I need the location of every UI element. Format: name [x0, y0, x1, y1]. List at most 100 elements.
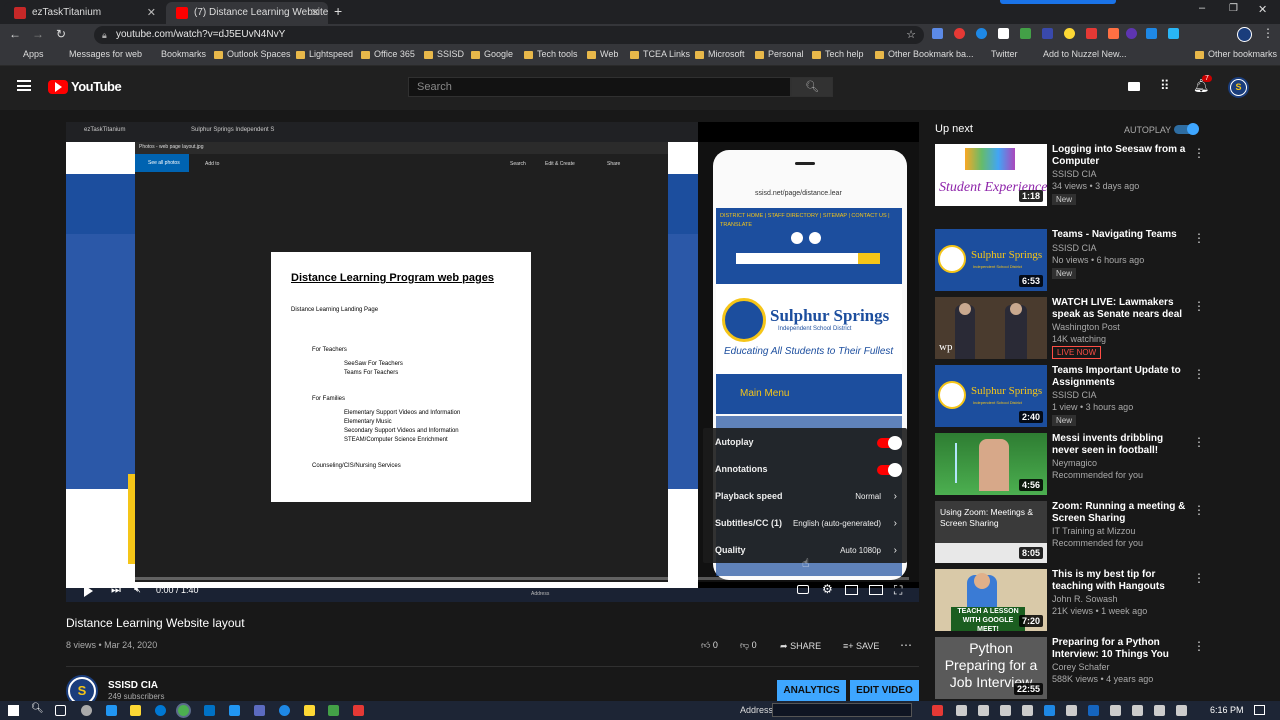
- recommended-video[interactable]: Using Zoom: Meetings & Screen Sharing 8:…: [935, 501, 1205, 567]
- search-input[interactable]: Search: [408, 77, 791, 97]
- recommended-video[interactable]: Sulphur Springs Independent School Distr…: [935, 365, 1205, 431]
- bookmark-microsoft[interactable]: Microsoft: [695, 49, 745, 59]
- play-icon[interactable]: [84, 585, 93, 597]
- hamburger-menu-icon[interactable]: [17, 80, 31, 91]
- tray-icon[interactable]: [1154, 705, 1165, 716]
- camtasia-icon[interactable]: [328, 705, 339, 716]
- file-icon[interactable]: [106, 705, 117, 716]
- file-explorer-icon[interactable]: [130, 705, 141, 716]
- reload-icon[interactable]: ↻: [56, 27, 66, 41]
- fullscreen-icon[interactable]: ⛶: [894, 583, 902, 598]
- taskbar-address-input[interactable]: [772, 703, 912, 717]
- extension-icon[interactable]: [932, 28, 943, 39]
- tray-icon[interactable]: [1000, 705, 1011, 716]
- start-windows-icon[interactable]: [8, 705, 19, 716]
- onedrive-icon[interactable]: [279, 705, 290, 716]
- bookmark-google[interactable]: Google: [471, 49, 513, 59]
- sticky-notes-icon[interactable]: [304, 705, 315, 716]
- settings-annotations[interactable]: Annotations: [703, 456, 907, 483]
- edge-icon[interactable]: [155, 705, 166, 716]
- address-bar[interactable]: 🔒︎ youtube.com/watch?v=dJ5EUvN4NvY ☆: [94, 26, 924, 44]
- bookmark-lightspeed[interactable]: Lightspeed: [296, 49, 353, 59]
- extension-icon[interactable]: [1064, 28, 1075, 39]
- tray-icon[interactable]: [978, 705, 989, 716]
- close-window-icon[interactable]: ✕: [1258, 3, 1267, 16]
- bookmark-twitter[interactable]: Twitter: [978, 49, 1018, 59]
- tray-icon[interactable]: [1132, 705, 1143, 716]
- video-thumbnail[interactable]: Python Preparing for a Job Interview 22:…: [935, 637, 1047, 699]
- bookmark-apps[interactable]: Apps: [10, 49, 44, 59]
- profile-blue-button[interactable]: [1000, 0, 1116, 4]
- recommended-video[interactable]: Student Experience 1:18 Logging into See…: [935, 144, 1205, 210]
- settings-gear-icon[interactable]: ⚙︎: [822, 582, 833, 596]
- tab-youtube[interactable]: (7) Distance Learning Website la ✕: [166, 2, 328, 24]
- extension-icon[interactable]: [1168, 28, 1179, 39]
- share-button[interactable]: ➦ SHARE: [780, 641, 821, 652]
- bookmark-office365[interactable]: Office 365: [361, 49, 415, 59]
- video-thumbnail[interactable]: 4:56: [935, 433, 1047, 495]
- extension-icon[interactable]: [1126, 28, 1137, 39]
- video-progress-bar[interactable]: [76, 577, 909, 580]
- bookmark-messages[interactable]: Messages for web: [56, 49, 142, 59]
- bookmark-other-bookmarks[interactable]: Other bookmarks: [1195, 49, 1277, 59]
- bookmark-nuzzel[interactable]: Add to Nuzzel New...: [1030, 49, 1127, 59]
- tray-icon[interactable]: [1110, 705, 1121, 716]
- browser-menu-icon[interactable]: ⋮: [1262, 26, 1274, 40]
- bookmark-outlook-spaces[interactable]: Outlook Spaces: [214, 49, 291, 59]
- more-options-icon[interactable]: ⋮: [1193, 146, 1205, 160]
- annotations-toggle[interactable]: [877, 463, 902, 477]
- task-view-icon[interactable]: [55, 705, 66, 716]
- bookmark-ssisd[interactable]: SSISD: [424, 49, 464, 59]
- more-options-icon[interactable]: ⋮: [1193, 639, 1205, 653]
- star-icon[interactable]: ☆: [906, 26, 916, 44]
- dislike-button[interactable]: 👎︎ 0: [740, 640, 757, 651]
- tray-icon[interactable]: [932, 705, 943, 716]
- like-button[interactable]: 👍︎ 0: [701, 640, 718, 651]
- close-tab-icon[interactable]: ✕: [147, 2, 156, 24]
- recommended-video[interactable]: wp WATCH LIVE: Lawmakers speak as Senate…: [935, 297, 1205, 363]
- taskbar-search-icon[interactable]: 🔍︎: [31, 703, 44, 714]
- outlook-icon[interactable]: [204, 705, 215, 716]
- recommended-video[interactable]: Python Preparing for a Job Interview 22:…: [935, 637, 1205, 703]
- maximize-icon[interactable]: ❐: [1229, 3, 1238, 14]
- search-button[interactable]: 🔍︎: [791, 77, 833, 97]
- tray-icon[interactable]: [1044, 705, 1055, 716]
- extension-icon[interactable]: [1042, 28, 1053, 39]
- action-center-icon[interactable]: [1254, 705, 1265, 715]
- mute-icon[interactable]: 🔇︎: [134, 583, 141, 596]
- subtitles-icon[interactable]: [797, 585, 809, 594]
- next-icon[interactable]: ⏭︎: [111, 584, 121, 597]
- channel-name[interactable]: SSISD CIA: [108, 680, 158, 691]
- minimize-icon[interactable]: –: [1199, 2, 1205, 14]
- recommended-video[interactable]: 4:56 Messi invents dribbling never seen …: [935, 433, 1205, 499]
- settings-playback-speed[interactable]: Playback speed Normal ›: [703, 483, 907, 510]
- more-options-icon[interactable]: ⋮: [1193, 367, 1205, 381]
- close-tab-icon[interactable]: ✕: [311, 2, 320, 24]
- more-options-icon[interactable]: ⋮: [1193, 299, 1205, 313]
- video-thumbnail[interactable]: Student Experience 1:18: [935, 144, 1047, 206]
- settings-subtitles[interactable]: Subtitles/CC (1) English (auto-generated…: [703, 510, 907, 537]
- extension-icon[interactable]: [954, 28, 965, 39]
- more-options-icon[interactable]: ⋮: [1193, 231, 1205, 245]
- account-avatar[interactable]: [1237, 27, 1252, 42]
- snagit-icon[interactable]: [353, 705, 364, 716]
- apps-grid-icon[interactable]: ⠿: [1160, 78, 1170, 94]
- more-options-icon[interactable]: ⋮: [1193, 571, 1205, 585]
- forward-icon[interactable]: →: [32, 27, 44, 41]
- video-thumbnail[interactable]: Sulphur Springs Independent School Distr…: [935, 229, 1047, 291]
- settings-autoplay[interactable]: Autoplay: [703, 429, 907, 456]
- video-thumbnail[interactable]: wp: [935, 297, 1047, 359]
- create-video-icon[interactable]: [1128, 82, 1140, 91]
- new-tab-icon[interactable]: +: [334, 3, 342, 19]
- bookmark-tcea[interactable]: TCEA Links: [630, 49, 690, 59]
- chrome-icon[interactable]: [178, 705, 189, 716]
- tray-icon[interactable]: [1088, 705, 1099, 716]
- tab-eztask[interactable]: ezTaskTitanium ✕: [4, 2, 164, 24]
- tray-icon[interactable]: [1176, 705, 1187, 716]
- tray-icon[interactable]: [956, 705, 967, 716]
- channel-avatar[interactable]: S: [1228, 77, 1249, 98]
- theater-mode-icon[interactable]: [869, 585, 883, 595]
- extension-icon[interactable]: [1020, 28, 1031, 39]
- bookmark-web[interactable]: Web: [587, 49, 618, 59]
- miniplayer-icon[interactable]: [845, 585, 858, 595]
